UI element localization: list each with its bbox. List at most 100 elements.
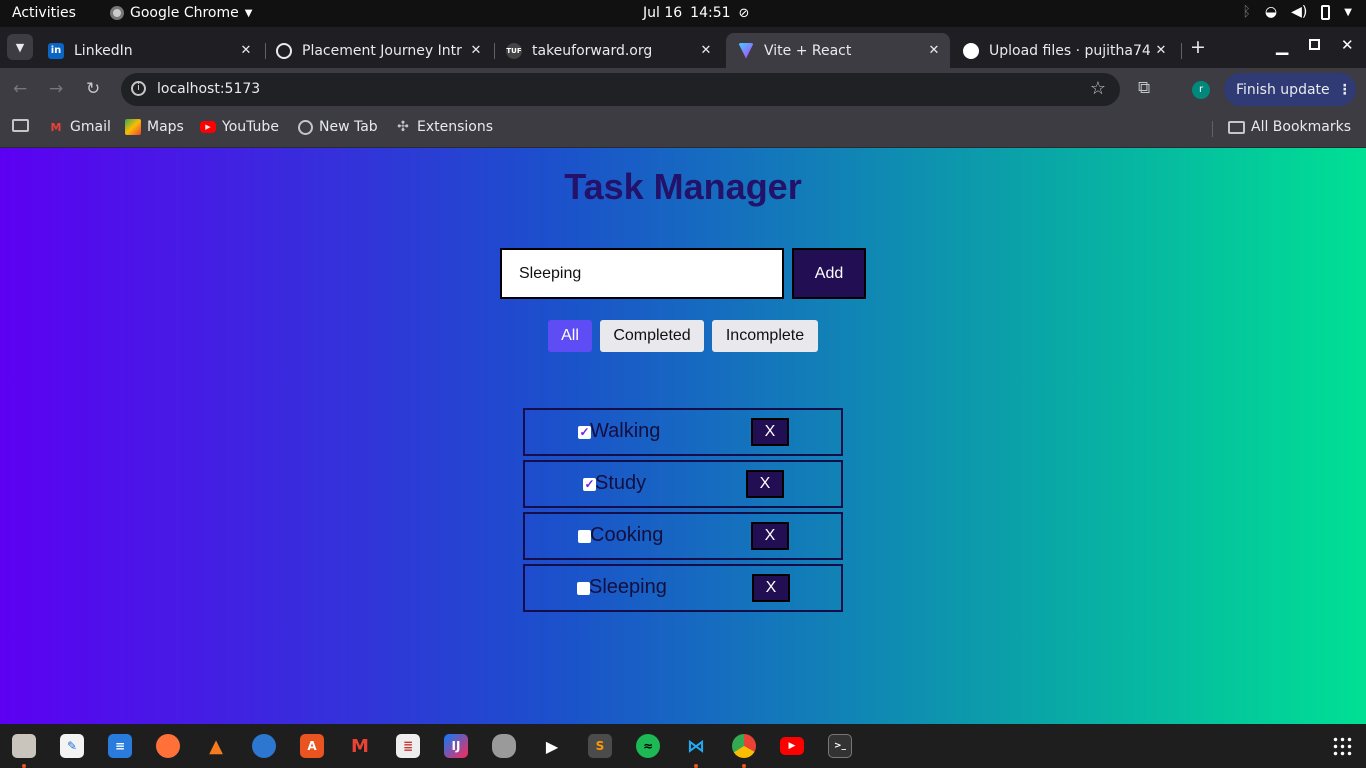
close-window-button[interactable]: ✕ [1341,36,1354,54]
chrome-icon [110,6,124,20]
power-menu-icon: ▼ [1344,6,1352,18]
terminal-icon[interactable]: >_ [828,734,852,758]
globe-icon [298,119,313,135]
puzzle-icon: ✣ [397,119,409,135]
thunderbird-icon[interactable] [252,734,276,758]
bookmarks-bar: M Gmail Maps ▶ YouTube New Tab ✣ Extensi… [0,111,1366,148]
bluetooth-icon: ᛒ [1242,4,1251,20]
task-item: ✓ Walking X [523,408,843,456]
app-menu[interactable]: Google Chrome ▼ [110,5,252,21]
bookmark-label: New Tab [319,119,378,135]
minimize-button[interactable]: ▁ [1276,36,1288,55]
bookmark-gmail[interactable]: M Gmail [48,119,111,135]
task-label: Walking [590,420,661,442]
extensions-icon[interactable]: ⧉ [1138,78,1150,98]
all-bookmarks-label: All Bookmarks [1251,119,1352,135]
bookmarks-folder-icon[interactable] [12,119,29,132]
task-item: ✓ Study X [523,460,843,508]
delete-task-button[interactable]: X [751,418,789,446]
finish-update-button[interactable]: Finish update ⋮ [1224,73,1356,106]
wifi-icon: ◒ [1264,4,1278,20]
close-icon[interactable]: ✕ [696,43,716,58]
vscode-icon[interactable]: ⋈ [684,734,708,758]
tab-strip: ▼ in LinkedIn ✕ Placement Journey Intr ✕… [0,27,1366,68]
browser-toolbar: ← → ↻ i localhost:5173 ☆ ⧉ r Finish upda… [0,68,1366,111]
show-apps-icon[interactable] [1332,736,1352,756]
tab-search-button[interactable]: ▼ [7,34,33,60]
close-icon[interactable]: ✕ [1151,43,1171,58]
bookmark-youtube[interactable]: ▶ YouTube [200,119,279,135]
running-indicator [694,764,698,768]
text-editor-icon[interactable]: ✎ [60,734,84,758]
youtube-icon[interactable]: ▶ [780,737,804,755]
volume-icon: ◀) [1291,4,1308,20]
back-icon[interactable]: ← [13,79,27,99]
maps-icon [125,119,141,135]
address-bar[interactable]: i localhost:5173 ☆ [121,73,1120,106]
app-center-icon[interactable]: A [300,734,324,758]
close-icon[interactable]: ✕ [924,43,944,58]
task-input[interactable] [500,248,784,299]
spotify-icon[interactable]: ≈ [636,734,660,758]
youtube-icon: ▶ [200,121,216,133]
add-button[interactable]: Add [792,248,866,299]
bookmark-label: Extensions [417,119,494,135]
terminal-app-icon[interactable]: ▶ [540,734,564,758]
openai-icon [276,42,292,59]
tab-title: takeuforward.org [532,42,653,59]
activities-button[interactable]: Activities [12,5,76,21]
task-item: Sleeping X [523,564,843,612]
bookmark-extensions[interactable]: ✣ Extensions [395,119,493,135]
folder-icon [1228,120,1245,134]
tab-placement-journey[interactable]: Placement Journey Intr ✕ [264,33,492,68]
tab-title: Vite + React [764,42,852,59]
system-tray[interactable]: ᛒ ◒ ◀) ▼ [1242,4,1352,20]
bookmark-label: Gmail [70,119,111,135]
system-top-bar: Activities Google Chrome ▼ Jul 16 14:51 … [0,0,1366,27]
gmail-icon[interactable]: M [348,734,372,758]
bookmark-star-icon[interactable]: ☆ [1090,78,1106,99]
maximize-button[interactable] [1309,39,1320,50]
tab-github-upload[interactable]: Upload files · pujitha74 ✕ [951,33,1177,68]
bookmark-label: YouTube [222,119,279,135]
delete-task-button[interactable]: X [751,522,789,550]
bookmark-maps[interactable]: Maps [125,119,184,135]
new-tab-button[interactable]: + [1190,36,1206,58]
tab-separator [1181,43,1182,59]
dock: ✎ ≡ ▲ A M ≣ IJ ▶ S ≈ ⋈ ▶ >_ [0,724,1366,768]
files-icon[interactable] [12,734,36,758]
filter-incomplete-button[interactable]: Incomplete [712,320,818,352]
more-menu-icon: ⋮ [1337,81,1352,98]
writer-icon[interactable]: ≣ [396,734,420,758]
close-icon[interactable]: ✕ [466,43,486,58]
tab-linkedin[interactable]: in LinkedIn ✕ [36,33,262,68]
task-label: Study [595,472,647,494]
intellij-icon[interactable]: IJ [444,734,468,758]
forward-icon[interactable]: → [49,79,63,99]
delete-task-button[interactable]: X [752,574,790,602]
bookmark-new-tab[interactable]: New Tab [298,119,378,135]
clock[interactable]: Jul 16 14:51 ⊘ [643,5,749,21]
reload-icon[interactable]: ↻ [86,79,100,99]
all-bookmarks-button[interactable]: All Bookmarks [1228,119,1351,135]
vlc-icon[interactable]: ▲ [204,734,228,758]
page-title: Task Manager [564,166,802,207]
delete-task-button[interactable]: X [746,470,784,498]
date: Jul 16 [643,5,683,21]
sublime-icon[interactable]: S [588,734,612,758]
docs-icon[interactable]: ≡ [108,734,132,758]
task-manager-page: Task Manager Add All Completed Incomplet… [0,148,1366,724]
notifications-off-icon: ⊘ [738,5,750,21]
site-info-icon[interactable]: i [131,81,146,96]
tab-vite-react[interactable]: Vite + React ✕ [726,33,950,68]
chrome-icon[interactable] [732,734,756,758]
tab-takeuforward[interactable]: TUF takeuforward.org ✕ [494,33,722,68]
firefox-icon[interactable] [156,734,180,758]
profile-avatar[interactable]: r [1192,81,1210,99]
battery-icon [1321,4,1331,20]
task-label: Sleeping [589,576,667,598]
filter-all-button[interactable]: All [548,320,592,352]
database-icon[interactable] [492,734,516,758]
close-icon[interactable]: ✕ [236,43,256,58]
filter-completed-button[interactable]: Completed [600,320,704,352]
